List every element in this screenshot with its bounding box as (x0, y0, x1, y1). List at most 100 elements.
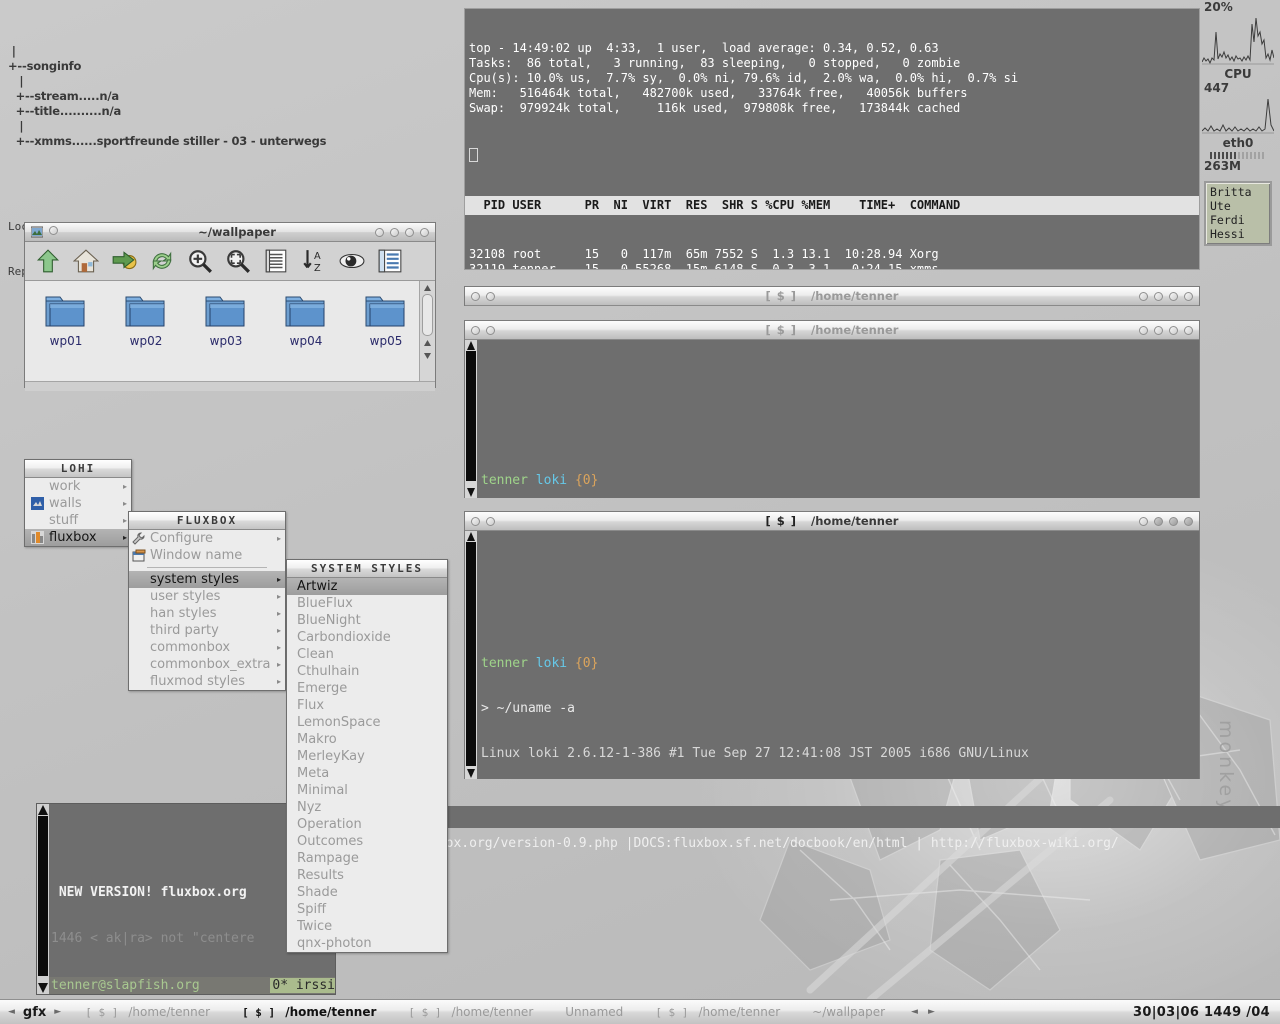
maximize-button[interactable] (1169, 291, 1178, 301)
menu-item-walls[interactable]: walls ▸ (25, 495, 131, 512)
style-item-shade[interactable]: Shade (287, 884, 447, 901)
stick-button[interactable] (471, 291, 480, 301)
taskbar-item-0[interactable]: [ $ ] /home/tenner (69, 1005, 226, 1019)
style-item-bluenight[interactable]: BlueNight (287, 612, 447, 629)
scroll-down-button[interactable] (420, 349, 435, 362)
folder-item[interactable]: wp05 (355, 293, 417, 381)
stick-button[interactable] (1139, 291, 1148, 301)
file-manager-toolbar[interactable]: A Z (25, 242, 435, 281)
folder-item[interactable]: wp01 (35, 293, 97, 381)
fluxbox-menu[interactable]: FLUXBOX Configure ▸ Window name system s… (128, 511, 286, 691)
stick-button[interactable] (375, 227, 384, 237)
terminal-shaded-right-buttons[interactable] (1133, 291, 1199, 301)
menu-item-user-styles[interactable]: user styles ▸ (129, 588, 285, 605)
scroll-up-arrow[interactable] (465, 531, 477, 542)
taskbar-item-4[interactable]: [ $ ] /home/tenner (639, 1005, 796, 1019)
style-item-cthulhain[interactable]: Cthulhain (287, 663, 447, 680)
shade-button[interactable] (486, 325, 495, 335)
file-manager-titlebar[interactable]: ~/wallpaper (25, 223, 435, 242)
menu-item-window-name[interactable]: Window name (129, 547, 285, 564)
style-item-flux[interactable]: Flux (287, 697, 447, 714)
taskbar-item-5[interactable]: ~/wallpaper (796, 1005, 901, 1019)
file-manager-left-buttons[interactable] (25, 226, 58, 238)
workspace-prev-button[interactable]: ◄ (0, 1007, 23, 1017)
folder-item[interactable]: wp03 (195, 293, 257, 381)
file-manager-window[interactable]: ~/wallpaper A Z wp01 wp02 wp03 wp04 wp05 (24, 222, 436, 391)
scroll-up-button[interactable] (420, 281, 435, 294)
minimize-button[interactable] (390, 227, 399, 237)
style-item-minimal[interactable]: Minimal (287, 782, 447, 799)
terminal-window-shaded[interactable]: [ $ ] /home/tenner (464, 286, 1200, 306)
menu-item-commonbox[interactable]: commonbox ▸ (129, 639, 285, 656)
close-button[interactable] (1184, 516, 1193, 526)
taskbar-item-3[interactable]: Unnamed (549, 1005, 639, 1019)
scroll-up-button-2[interactable] (420, 336, 435, 349)
terminal-middle-scrollbar[interactable] (465, 340, 477, 498)
menu-item-third-party[interactable]: third party ▸ (129, 622, 285, 639)
stick-button[interactable] (1139, 516, 1148, 526)
style-item-outcomes[interactable]: Outcomes (287, 833, 447, 850)
terminal-middle-right-buttons[interactable] (1133, 325, 1199, 335)
minimize-button[interactable] (1154, 291, 1163, 301)
details-icon[interactable] (377, 248, 403, 274)
menu-item-commonbox-extra[interactable]: commonbox_extra ▸ (129, 656, 285, 673)
scroll-down-arrow[interactable] (37, 982, 49, 994)
style-item-results[interactable]: Results (287, 867, 447, 884)
terminal-shaded-left-buttons[interactable] (465, 291, 495, 301)
terminal-middle-titlebar[interactable]: [ $ ] /home/tenner (465, 321, 1199, 340)
forward-icon[interactable] (111, 248, 137, 274)
reload-icon[interactable] (149, 248, 175, 274)
style-item-makro[interactable]: Makro (287, 731, 447, 748)
terminal-bottom-scrollbar[interactable] (465, 531, 477, 779)
folder-item[interactable]: wp02 (115, 293, 177, 381)
folder-item[interactable]: wp04 (275, 293, 337, 381)
style-item-operation[interactable]: Operation (287, 816, 447, 833)
zoom-in-icon[interactable] (187, 248, 213, 274)
system-styles-menu[interactable]: SYSTEM STYLES Artwiz BlueFlux BlueNight … (286, 559, 448, 953)
terminal-bottom-titlebar[interactable]: [ $ ] /home/tenner (465, 512, 1199, 531)
eye-icon[interactable] (339, 248, 365, 274)
scroll-up-arrow[interactable] (37, 804, 49, 816)
menu-item-han-styles[interactable]: han styles ▸ (129, 605, 285, 622)
cycle-prev-button[interactable]: ◄ (911, 1007, 918, 1017)
terminal-scrollbar-thumb[interactable] (466, 351, 476, 481)
terminal-shaded-titlebar[interactable]: [ $ ] /home/tenner (465, 287, 1199, 306)
scroll-down-arrow[interactable] (465, 487, 477, 498)
style-item-twice[interactable]: Twice (287, 918, 447, 935)
root-menu[interactable]: LOHI work ▸ walls ▸ stuff ▸ fluxbox ▸ (24, 459, 132, 547)
menu-item-work[interactable]: work ▸ (25, 478, 131, 495)
maximize-button[interactable] (405, 227, 414, 237)
taskbar-item-2[interactable]: [ $ ] /home/tenner (392, 1005, 549, 1019)
style-item-merleykay[interactable]: MerleyKay (287, 748, 447, 765)
terminal-scrollbar-thumb[interactable] (466, 542, 476, 766)
terminal-window-bottom[interactable]: [ $ ] /home/tenner tenner loki {0} > ~/un… (464, 511, 1200, 779)
style-item-meta[interactable]: Meta (287, 765, 447, 782)
zoom-fit-icon[interactable] (225, 248, 251, 274)
stick-button[interactable] (1139, 325, 1148, 335)
menu-item-stuff[interactable]: stuff ▸ (25, 512, 131, 529)
terminal-bottom-right-buttons[interactable] (1133, 516, 1199, 526)
terminal-middle-left-buttons[interactable] (465, 325, 495, 335)
stick-button[interactable] (471, 516, 480, 526)
close-button[interactable] (420, 227, 429, 237)
terminal-window-middle[interactable]: [ $ ] /home/tenner tenner loki {0} > ~/ (464, 320, 1200, 498)
style-item-carbondioxide[interactable]: Carbondioxide (287, 629, 447, 646)
shade-button[interactable] (486, 291, 495, 301)
cycle-next-button[interactable]: ► (928, 1007, 935, 1017)
terminal-bottom-left-buttons[interactable] (465, 516, 495, 526)
up-icon[interactable] (35, 248, 61, 274)
style-item-rampage[interactable]: Rampage (287, 850, 447, 867)
menu-item-system-styles[interactable]: system styles ▸ (129, 571, 285, 588)
scrollbar-thumb[interactable] (422, 294, 433, 336)
style-item-emerge[interactable]: Emerge (287, 680, 447, 697)
style-item-blueflux[interactable]: BlueFlux (287, 595, 447, 612)
file-manager-icon-view[interactable]: wp01 wp02 wp03 wp04 wp05 (25, 281, 435, 381)
style-item-lemonspace[interactable]: LemonSpace (287, 714, 447, 731)
list-icon[interactable] (263, 248, 289, 274)
close-button[interactable] (1184, 291, 1193, 301)
shade-button[interactable] (486, 516, 495, 526)
style-item-clean[interactable]: Clean (287, 646, 447, 663)
irssi-scrollbar[interactable] (37, 804, 49, 994)
stick-button[interactable] (471, 325, 480, 335)
maximize-button[interactable] (1169, 325, 1178, 335)
